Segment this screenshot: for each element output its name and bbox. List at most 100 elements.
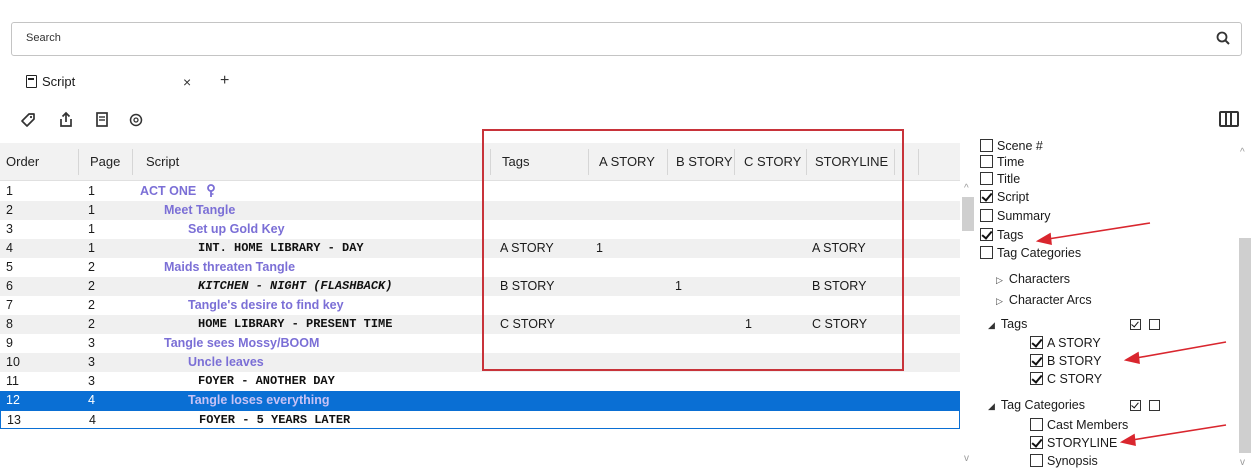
select-none-checkbox[interactable]	[1149, 400, 1160, 411]
cell-order: 2	[6, 203, 13, 217]
cell-page: 2	[88, 317, 95, 331]
column-header-c-story[interactable]: C STORY	[738, 143, 801, 181]
close-icon[interactable]: ×	[183, 74, 191, 90]
column-header-page[interactable]: Page	[84, 143, 120, 181]
table-row[interactable]: 5 2 Maids threaten Tangle	[0, 258, 960, 277]
select-all-checkbox[interactable]	[1130, 400, 1141, 411]
tree-node-tags[interactable]: ◢ Tags	[988, 315, 1027, 333]
tree-node-tag-categories[interactable]: ◢ Tag Categories	[988, 396, 1085, 414]
table-row[interactable]: 1 1 ACT ONE	[0, 182, 960, 201]
checkbox[interactable]	[980, 155, 993, 168]
checkbox[interactable]	[980, 139, 993, 152]
scroll-up-icon[interactable]: ^	[964, 183, 969, 194]
tree-node-character-arcs[interactable]: ▷ Character Arcs	[996, 291, 1092, 309]
cell-page: 4	[89, 413, 96, 427]
tab-label: Script	[42, 74, 76, 89]
category-option[interactable]: STORYLINE	[1030, 434, 1117, 452]
cell-page: 2	[88, 260, 95, 274]
table-row[interactable]: 13 4 FOYER - 5 YEARS LATER	[0, 410, 960, 429]
checkbox[interactable]	[1030, 354, 1043, 367]
tag-option[interactable]: B STORY	[1030, 352, 1101, 370]
settings-circle-icon[interactable]	[126, 110, 146, 130]
cell-script: Meet Tangle	[164, 203, 236, 217]
select-all-checkbox[interactable]	[1130, 319, 1141, 330]
columns-icon[interactable]	[1219, 111, 1239, 127]
tree-label: Tags	[1000, 317, 1028, 331]
column-option[interactable]: Title	[980, 170, 1020, 188]
column-option[interactable]: Summary	[980, 207, 1050, 225]
checkbox[interactable]	[1030, 418, 1043, 431]
inner-scrollbar[interactable]: ^ v	[960, 183, 976, 468]
tag-option[interactable]: C STORY	[1030, 370, 1102, 388]
search-icon[interactable]	[1215, 30, 1231, 48]
scroll-down-icon[interactable]: v	[964, 453, 969, 464]
cell-order: 8	[6, 317, 13, 331]
checkbox-label: Scene #	[997, 139, 1043, 153]
column-option[interactable]: Tags	[980, 226, 1023, 244]
table-row[interactable]: 11 3 FOYER - ANOTHER DAY	[0, 372, 960, 391]
select-none-checkbox[interactable]	[1149, 319, 1160, 330]
column-header-storyline[interactable]: STORYLINE	[809, 143, 888, 181]
panel-scrollbar[interactable]: ^ v	[1236, 143, 1252, 472]
cell-script: ACT ONE	[140, 184, 197, 198]
tree-label: Character Arcs	[1008, 293, 1092, 307]
checkbox-label: Summary	[997, 209, 1051, 223]
cell-storyline: A STORY	[812, 241, 866, 255]
column-header-b-story[interactable]: B STORY	[670, 143, 733, 181]
add-tab-button[interactable]: +	[220, 72, 229, 90]
checkbox[interactable]	[1030, 454, 1043, 467]
cell-order: 3	[6, 222, 13, 236]
column-option[interactable]: Tag Categories	[980, 244, 1081, 262]
cell-script: KITCHEN - NIGHT (FLASHBACK)	[198, 279, 393, 293]
tab-script[interactable]: Script ×	[18, 66, 208, 98]
cell-order: 11	[6, 374, 19, 388]
column-header-order[interactable]: Order	[0, 143, 39, 181]
tag-icon[interactable]	[18, 110, 38, 130]
tree-node-characters[interactable]: ▷ Characters	[996, 270, 1070, 288]
cell-a-story: 1	[596, 241, 603, 255]
checkbox[interactable]	[1030, 436, 1043, 449]
table-row[interactable]: 8 2 HOME LIBRARY - PRESENT TIME C STORY 1 C S…	[0, 315, 960, 334]
chevron-down-icon[interactable]: ◢	[988, 397, 995, 415]
scroll-down-icon[interactable]: v	[1240, 457, 1245, 468]
document-icon[interactable]	[92, 110, 112, 130]
column-header-script[interactable]: Script	[140, 143, 179, 181]
table-row[interactable]: 4 1 INT. HOME LIBRARY - DAY A STORY 1 A STORY	[0, 239, 960, 258]
column-option[interactable]: Script	[980, 188, 1029, 206]
cell-page: 2	[88, 298, 95, 312]
table-row[interactable]: 7 2 Tangle's desire to find key	[0, 296, 960, 315]
checkbox[interactable]	[1030, 372, 1043, 385]
search-input[interactable]: Search	[11, 22, 1242, 56]
category-option[interactable]: Cast Members	[1030, 416, 1128, 434]
table-row[interactable]: 3 1 Set up Gold Key	[0, 220, 960, 239]
chevron-down-icon[interactable]: ◢	[988, 316, 995, 334]
checkbox[interactable]	[1030, 336, 1043, 349]
checkbox-label: STORYLINE	[1047, 436, 1118, 450]
category-option[interactable]: Synopsis	[1030, 452, 1098, 470]
table-row[interactable]: 9 3 Tangle sees Mossy/BOOM	[0, 334, 960, 353]
cell-page: 3	[88, 336, 95, 350]
cell-page: 1	[88, 184, 95, 198]
search-placeholder: Search	[26, 32, 61, 44]
tag-option[interactable]: A STORY	[1030, 334, 1101, 352]
column-header-a-story[interactable]: A STORY	[593, 143, 655, 181]
chevron-right-icon[interactable]: ▷	[996, 292, 1003, 310]
export-icon[interactable]	[56, 110, 76, 130]
checkbox[interactable]	[980, 246, 993, 259]
cell-page: 1	[88, 241, 95, 255]
table-row[interactable]: 6 2 KITCHEN - NIGHT (FLASHBACK) B STORY 1 B S…	[0, 277, 960, 296]
checkbox[interactable]	[980, 228, 993, 241]
table-row[interactable]: 10 3 Uncle leaves	[0, 353, 960, 372]
checkbox[interactable]	[980, 209, 993, 222]
table-row[interactable]: 2 1 Meet Tangle	[0, 201, 960, 220]
scroll-thumb[interactable]	[1239, 238, 1251, 453]
column-header-tags[interactable]: Tags	[496, 143, 529, 181]
table-row[interactable]: 12 4 Tangle loses everything	[0, 391, 960, 410]
checkbox[interactable]	[980, 190, 993, 203]
column-option[interactable]: Time	[980, 153, 1024, 171]
checkbox-label: Title	[997, 172, 1021, 186]
scroll-thumb[interactable]	[962, 197, 974, 231]
scroll-up-icon[interactable]: ^	[1240, 147, 1245, 158]
chevron-right-icon[interactable]: ▷	[996, 271, 1003, 289]
checkbox[interactable]	[980, 172, 993, 185]
